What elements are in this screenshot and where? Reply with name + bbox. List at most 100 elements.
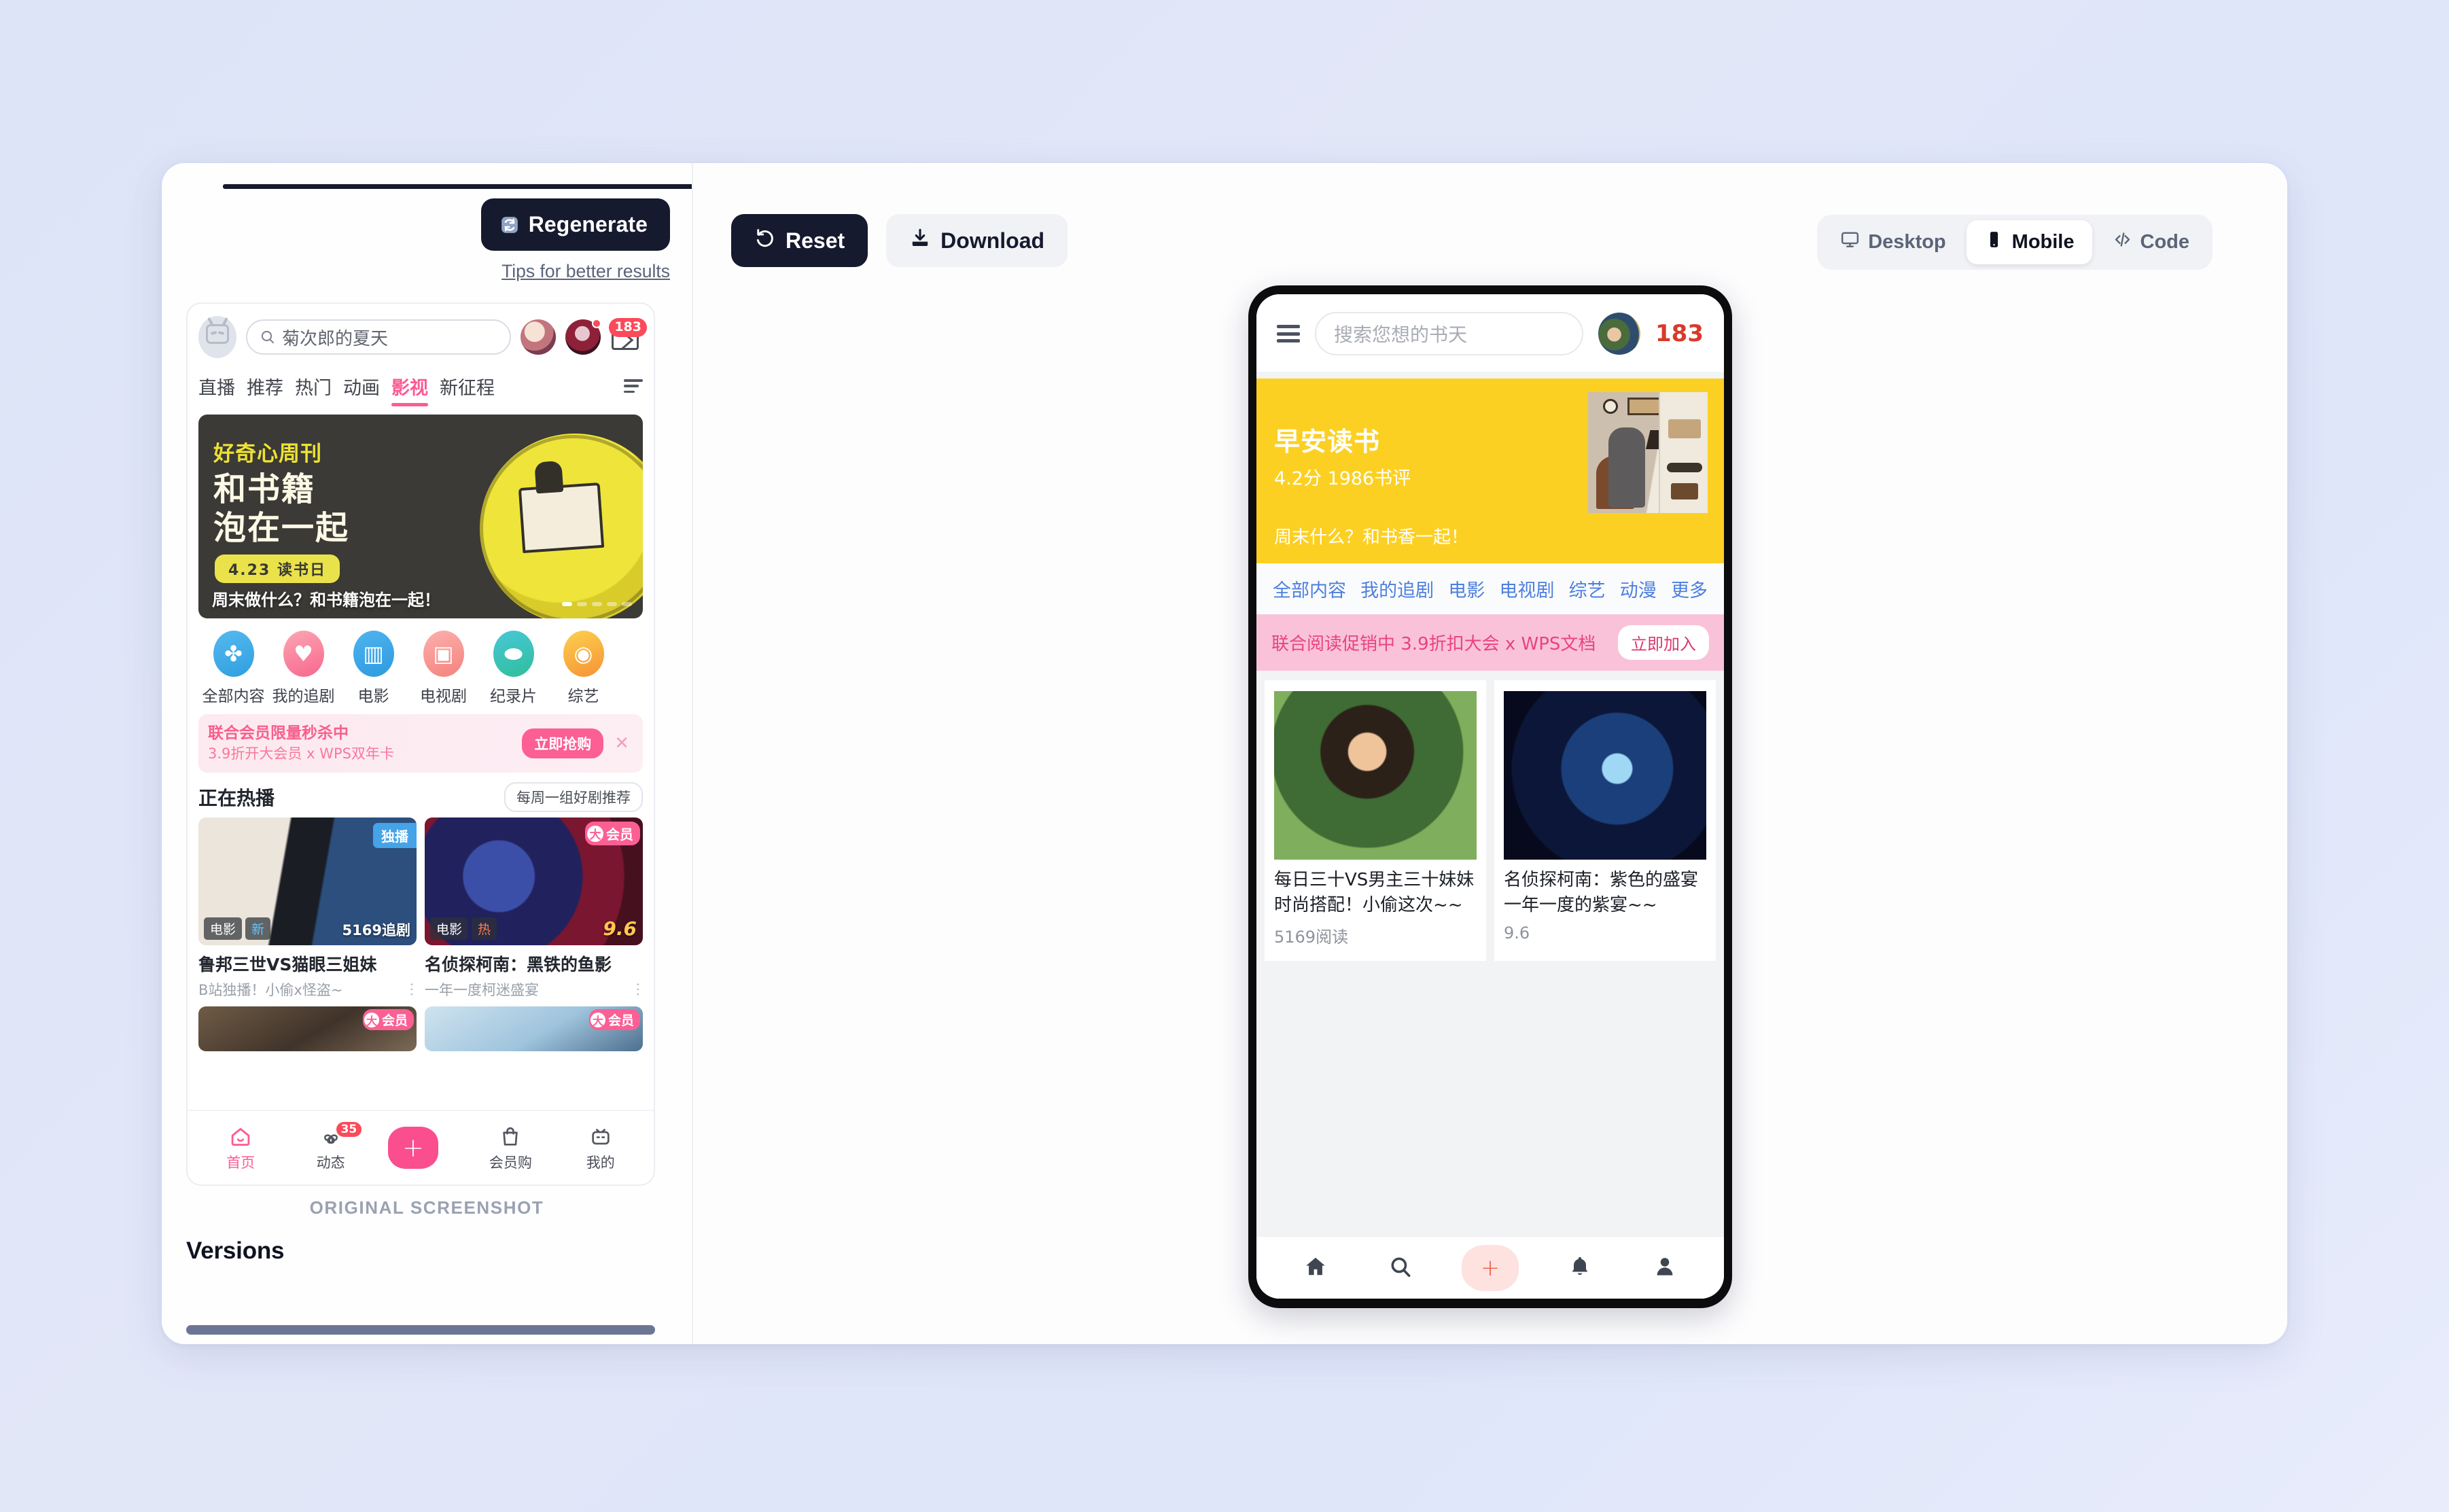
banner-carousel-dots[interactable] (562, 602, 632, 606)
screenshot-hero-banner[interactable]: 好奇心周刊 和书籍 泡在一起 4.23 读书日 周末做什么？和书籍泡在一起！ (198, 415, 643, 618)
category-icon-3: ▣ (433, 641, 454, 667)
preview-promo-text: 联合阅读促销中 3.9折扣大会 x WPS文档 (1271, 634, 1596, 654)
vip-mark-1: 大 (587, 825, 603, 842)
screenshot-nav-profile[interactable]: 我的 (568, 1123, 633, 1172)
left-sidebar-panel: Regenerate Tips for better results 菊次郎的夏… (162, 163, 693, 1344)
preview-nav-create[interactable]: + (1461, 1244, 1519, 1291)
preview-tab-0[interactable]: 全部内容 (1273, 576, 1346, 602)
preview-nav-notifications[interactable] (1555, 1249, 1604, 1287)
screenshot-tab-1[interactable]: 推荐 (247, 369, 295, 408)
category-item-4[interactable]: ⬬ 纪录片 (478, 631, 548, 706)
hot-card-1[interactable]: 大 会员 电影 热 9.6 名侦探柯南：黑铁的鱼影 一年一度柯迷盛宴 ⋯ (425, 817, 646, 1000)
banner-date-pill: 4.23 读书日 (215, 555, 340, 583)
user-avatar[interactable] (1598, 313, 1641, 355)
preview-hero-banner[interactable]: 早安读书 4.2分 1986书评 周末什么？和书香一起！ (1256, 379, 1724, 563)
mini-vip-text-0: 会员 (381, 1013, 408, 1028)
plus-icon: + (1480, 1254, 1500, 1282)
preview-card-subtitle-0: 时尚搭配！小偷这次~~ (1274, 894, 1463, 915)
category-icon-0: ✤ (224, 641, 243, 667)
more-options-icon-0[interactable]: ⋯ (403, 982, 420, 997)
preview-tab-3[interactable]: 电视剧 (1499, 576, 1554, 602)
reset-label: Reset (786, 228, 845, 253)
preview-search-input[interactable]: 搜索您想的书天 (1315, 312, 1584, 355)
preview-tab-6[interactable]: 更多 (1671, 576, 1708, 602)
preview-tab-4[interactable]: 综艺 (1569, 576, 1606, 602)
hot-card-right-text-0: 5169追剧 (342, 922, 410, 938)
screenshot-promo-banner[interactable]: 联合会员限量秒杀中 3.9折开大会员 x WPS双年卡 立即抢购 ✕ (198, 714, 643, 773)
shop-bag-icon (478, 1123, 543, 1150)
screenshot-tab-2[interactable]: 热门 (295, 369, 343, 408)
preview-nav-home[interactable] (1291, 1249, 1340, 1287)
close-icon[interactable]: ✕ (610, 733, 633, 754)
mini-card-vip-tag-0: 大 会员 (362, 1009, 414, 1030)
view-toggle-mobile[interactable]: Mobile (1966, 220, 2092, 264)
view-toggle-desktop[interactable]: Desktop (1822, 220, 1963, 264)
preview-nav-profile[interactable] (1640, 1249, 1689, 1287)
category-item-1[interactable]: ♥ 我的追剧 (268, 631, 338, 706)
screenshot-nav-dynamic[interactable]: 35 动态 (298, 1122, 364, 1172)
screenshot-mail-icon[interactable]: 183 (609, 318, 647, 355)
reset-button[interactable]: Reset (731, 214, 868, 267)
category-item-5[interactable]: ◉ 综艺 (548, 631, 618, 706)
category-icon-2: ▥ (363, 641, 384, 667)
hamburger-icon[interactable] (1277, 325, 1300, 342)
screenshot-nav-create[interactable]: + (387, 1127, 453, 1169)
promo-line-2: 3.9折开大会员 x WPS双年卡 (208, 745, 394, 762)
category-item-3[interactable]: ▣ 电视剧 (408, 631, 478, 706)
preview-promo-bar[interactable]: 联合阅读促销中 3.9折扣大会 x WPS文档 立即加入 (1256, 614, 1724, 671)
screenshot-avatar-2[interactable] (565, 319, 601, 355)
vip-text-1: 会员 (606, 826, 633, 843)
view-toggle-code[interactable]: Code (2095, 220, 2208, 264)
preview-card-title-1: 名侦探柯南：紫色的盛宴 (1504, 870, 1699, 890)
screenshot-nav-home[interactable]: 首页 (208, 1123, 273, 1172)
more-options-icon-1[interactable]: ⋯ (629, 982, 646, 997)
left-panel-scrollbar[interactable] (186, 1325, 655, 1335)
profile-tv-icon (568, 1123, 633, 1150)
original-screenshot-thumbnail[interactable]: 菊次郎的夏天 183 直播 推荐 热门 动画 影视 新征程 好奇心周刊 和书籍 … (186, 302, 655, 1186)
category-item-0[interactable]: ✤ 全部内容 (198, 631, 268, 706)
preview-card-image-1 (1504, 691, 1706, 860)
download-label: Download (940, 228, 1045, 253)
hot-card-row-2: 大 会员 大 会员 (188, 1000, 654, 1051)
screenshot-bottom-nav: 首页 35 动态 + 会员购 我的 (188, 1110, 654, 1184)
screenshot-app-header: 菊次郎的夏天 183 (188, 304, 654, 364)
preview-card-1[interactable]: 名侦探柯南：紫色的盛宴 一年一度的紫宴~~ 9.6 (1494, 680, 1716, 961)
tips-for-better-results-link[interactable]: Tips for better results (501, 261, 670, 282)
download-button[interactable]: Download (886, 214, 1068, 267)
preview-tab-5[interactable]: 动漫 (1620, 576, 1657, 602)
category-label-1: 我的追剧 (272, 688, 335, 705)
screenshot-tab-0[interactable]: 直播 (198, 369, 247, 408)
hero-illustration (1588, 392, 1708, 513)
promo-buy-button[interactable]: 立即抢购 (522, 728, 604, 758)
bell-icon (1568, 1254, 1592, 1282)
screenshot-nav-home-label: 首页 (226, 1155, 256, 1171)
regenerate-button[interactable]: Regenerate (480, 198, 670, 251)
screenshot-nav-shop[interactable]: 会员购 (478, 1123, 543, 1172)
preview-body: 早安读书 4.2分 1986书评 周末什么？和书香一起！ 全部内容 我的追剧 电… (1256, 372, 1724, 1299)
mini-card-1[interactable]: 大 会员 (425, 1006, 643, 1051)
preview-main-area: Reset Download Desktop Mobile Code 搜索您想的… (693, 163, 2287, 1344)
category-icon-1: ♥ (294, 641, 313, 667)
category-item-2[interactable]: ▥ 电影 (338, 631, 408, 706)
preview-promo-button[interactable]: 立即加入 (1618, 625, 1709, 660)
screenshot-search-field[interactable]: 菊次郎的夏天 (246, 319, 511, 355)
preview-tab-2[interactable]: 电影 (1448, 576, 1485, 602)
preview-tab-1[interactable]: 我的追剧 (1360, 576, 1434, 602)
hot-section-title: 正在热播 (198, 787, 275, 809)
preview-search-placeholder: 搜索您想的书天 (1334, 323, 1468, 346)
preview-toolbar: Reset Download (731, 214, 1068, 267)
screenshot-tab-4[interactable]: 影视 (391, 369, 440, 408)
screenshot-tab-5[interactable]: 新征程 (440, 369, 506, 408)
view-mode-toggle: Desktop Mobile Code (1817, 215, 2213, 270)
hot-card-0[interactable]: 独播 电影 新 5169追剧 鲁邦三世VS猫眼三姐妹 B站独播！小偷x怪盗~ ⋯ (198, 817, 420, 1000)
preview-nav-search[interactable] (1376, 1249, 1425, 1287)
banner-headline: 和书籍 泡在一起 (213, 470, 349, 547)
screenshot-tab-menu-button[interactable] (624, 375, 643, 408)
screenshot-nav-dynamic-label: 动态 (316, 1155, 345, 1171)
mini-card-0[interactable]: 大 会员 (198, 1006, 417, 1051)
screenshot-avatar-1[interactable] (521, 319, 556, 355)
hot-card-corner-tag-0: 独播 (373, 823, 417, 848)
preview-card-0[interactable]: 每日三十VS男主三十妹妹 时尚搭配！小偷这次~~ 5169阅读 (1265, 680, 1486, 961)
screenshot-tab-3[interactable]: 动画 (343, 369, 391, 408)
hot-section-more-button[interactable]: 每周一组好剧推荐 (504, 782, 643, 812)
